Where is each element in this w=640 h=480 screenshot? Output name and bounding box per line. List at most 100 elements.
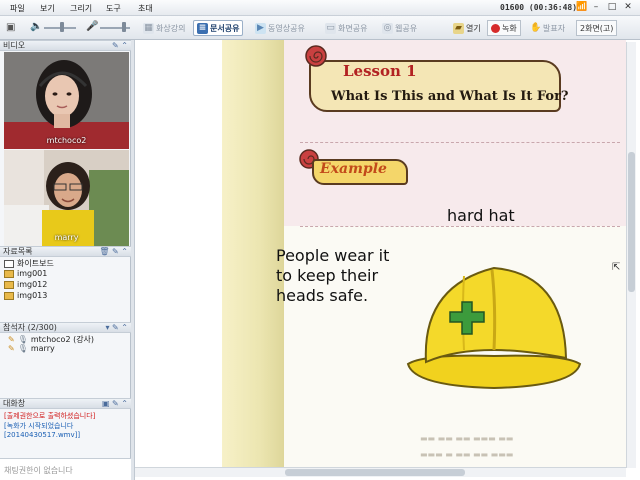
trash-icon[interactable]: 🗑 ✎ ⌃: [99, 247, 128, 257]
presenter-button-label: 발표자: [543, 23, 566, 33]
toolbar: ▣ 🔈 🎤 ▦ 화상강의 ≡ 문서공유 ▶ 동영상공유 ▭ 화면공유 ◎ 웹공유…: [0, 16, 640, 40]
student-video-frame: [4, 150, 129, 246]
tab-video-lecture[interactable]: ▦ 화상강의: [140, 20, 188, 36]
mic-small-icon: 🎙: [17, 335, 28, 344]
mic-volume-slider[interactable]: [122, 22, 126, 32]
menu-tools[interactable]: 도구: [106, 3, 121, 14]
menu-view[interactable]: 보기: [40, 3, 55, 14]
whiteboard-icon: [4, 259, 14, 268]
chat-message: [녹화가 시작되었습니다: [4, 422, 74, 430]
image-file-icon: [4, 291, 14, 300]
dual-screen-button-label: 2화면(고): [580, 23, 614, 33]
hand-icon: ✋: [530, 22, 542, 33]
presenter-button[interactable]: ✋ 발표자: [527, 20, 568, 36]
page-spine: [222, 40, 284, 468]
example-label: Example: [320, 161, 387, 177]
attendees-section-title: 참석자 (2/300): [3, 323, 57, 332]
close-button[interactable]: ✕: [622, 2, 634, 13]
speaker-icon[interactable]: 🔈: [30, 21, 42, 32]
chat-input[interactable]: 채팅권한이 없습니다: [0, 458, 131, 480]
cursor-icon: ⇱: [612, 262, 621, 273]
menu-bar: 파일 보기 그리기 도구 초대 01600 (00:36:48) 📶 – □ ✕: [0, 0, 640, 16]
teacher-video-name: mtchoco2: [46, 136, 87, 145]
chat-section-title: 대화창: [3, 399, 26, 408]
video-feed-teacher: mtchoco2: [4, 52, 129, 149]
maximize-button[interactable]: □: [606, 2, 618, 13]
tab-document-share[interactable]: ≡ 문서공유: [193, 20, 244, 36]
pencil-icon: ✎: [8, 335, 15, 344]
teacher-video-frame: [4, 52, 129, 149]
menu-draw[interactable]: 그리기: [70, 3, 92, 14]
record-button-label: 녹화: [502, 23, 517, 33]
left-panel: 비디오 ✎ ⌃ mtchoco2 marry 자료목록 🗑 ✎ ⌃ 화이트보드 …: [0, 40, 131, 480]
record-icon: [491, 23, 500, 33]
faded-text: ▬▬▬ ▬ ▬▬ ▬▬ ▬▬▬: [420, 450, 514, 459]
chat-message: [20140430517.wmv]]: [4, 431, 81, 439]
snail-icon: [305, 45, 327, 67]
tab-screen-share-label: 화면공유: [338, 23, 368, 33]
open-button[interactable]: ▰ 열기: [450, 20, 484, 36]
horizontal-scrollbar[interactable]: [135, 467, 626, 477]
wifi-icon: 📶: [576, 2, 588, 12]
list-item[interactable]: 화이트보드: [4, 258, 54, 269]
material-label: img013: [17, 291, 48, 300]
pin-icon[interactable]: ✎ ⌃: [112, 41, 128, 51]
pencil-icon: ✎: [8, 344, 15, 353]
tab-web-share-label: 웹공유: [395, 23, 418, 33]
speaker-volume-slider[interactable]: [60, 22, 64, 32]
divider: [300, 142, 620, 143]
layout-icon[interactable]: ▣: [6, 22, 15, 33]
list-item[interactable]: ✎ 🎙 marry: [8, 344, 55, 353]
material-label: img012: [17, 280, 48, 289]
lesson-title: Lesson 1: [343, 62, 417, 80]
list-item[interactable]: img012: [4, 280, 47, 289]
menu-file[interactable]: 파일: [10, 3, 25, 14]
faded-text: ▬▬ ▬▬ ▬▬ ▬▬▬ ▬▬: [420, 434, 514, 443]
video-section-title: 비디오: [3, 41, 26, 50]
attendees-section-header: 참석자 (2/300) ▾ ✎ ⌃: [0, 322, 131, 333]
document-share-icon: ≡: [197, 22, 208, 34]
material-label: img001: [17, 269, 48, 278]
vertical-scrollbar[interactable]: [626, 42, 636, 468]
materials-section-header: 자료목록 🗑 ✎ ⌃: [0, 246, 131, 257]
open-button-label: 열기: [466, 23, 481, 33]
tab-web-share[interactable]: ◎ 웹공유: [379, 20, 420, 36]
image-file-icon: [4, 269, 14, 278]
dual-screen-button[interactable]: 2화면(고): [576, 20, 618, 36]
materials-section-title: 자료목록: [3, 247, 33, 256]
web-share-icon: ◎: [382, 22, 393, 34]
chat-section-header: 대화창 ▣ ✎ ⌃: [0, 398, 131, 409]
horizontal-scroll-thumb[interactable]: [285, 469, 465, 476]
minimize-button[interactable]: –: [590, 2, 602, 13]
record-button[interactable]: 녹화: [487, 20, 521, 36]
video-feed-student: marry: [4, 150, 129, 246]
menu-invite[interactable]: 초대: [138, 3, 153, 14]
tab-screen-share[interactable]: ▭ 화면공유: [322, 20, 370, 36]
vertical-scroll-thumb[interactable]: [628, 152, 635, 292]
lesson-subtitle: What Is This and What Is It For?: [331, 89, 569, 104]
tab-video-share-label: 동영상공유: [268, 23, 305, 33]
folder-icon: ▰: [453, 22, 464, 34]
material-label: 화이트보드: [17, 259, 54, 268]
tab-video-lecture-label: 화상강의: [156, 23, 186, 33]
student-video-name: marry: [54, 233, 79, 242]
save-icon[interactable]: ▣ ✎ ⌃: [102, 399, 128, 409]
list-item[interactable]: img001: [4, 269, 47, 278]
session-timer: 01600 (00:36:48): [500, 3, 578, 12]
hard-hat-label: hard hat: [447, 206, 515, 225]
sort-icon[interactable]: ▾ ✎ ⌃: [105, 323, 128, 333]
video-share-icon: ▶: [255, 22, 266, 34]
mic-small-icon: 🎙: [17, 344, 28, 353]
video-lecture-icon: ▦: [143, 22, 154, 34]
mic-icon[interactable]: 🎤: [86, 21, 98, 32]
tab-document-share-label: 문서공유: [210, 23, 240, 33]
screen-share-icon: ▭: [325, 22, 336, 34]
list-item[interactable]: img013: [4, 291, 47, 300]
hard-hat-illustration: [406, 266, 582, 390]
tab-video-share[interactable]: ▶ 동영상공유: [252, 20, 308, 36]
divider: [300, 226, 620, 227]
attendee-name: marry: [30, 344, 55, 353]
image-file-icon: [4, 280, 14, 289]
chat-message: [출제권한으로 출력하셨습니다]: [4, 412, 96, 420]
video-section-header: 비디오 ✎ ⌃: [0, 40, 131, 51]
